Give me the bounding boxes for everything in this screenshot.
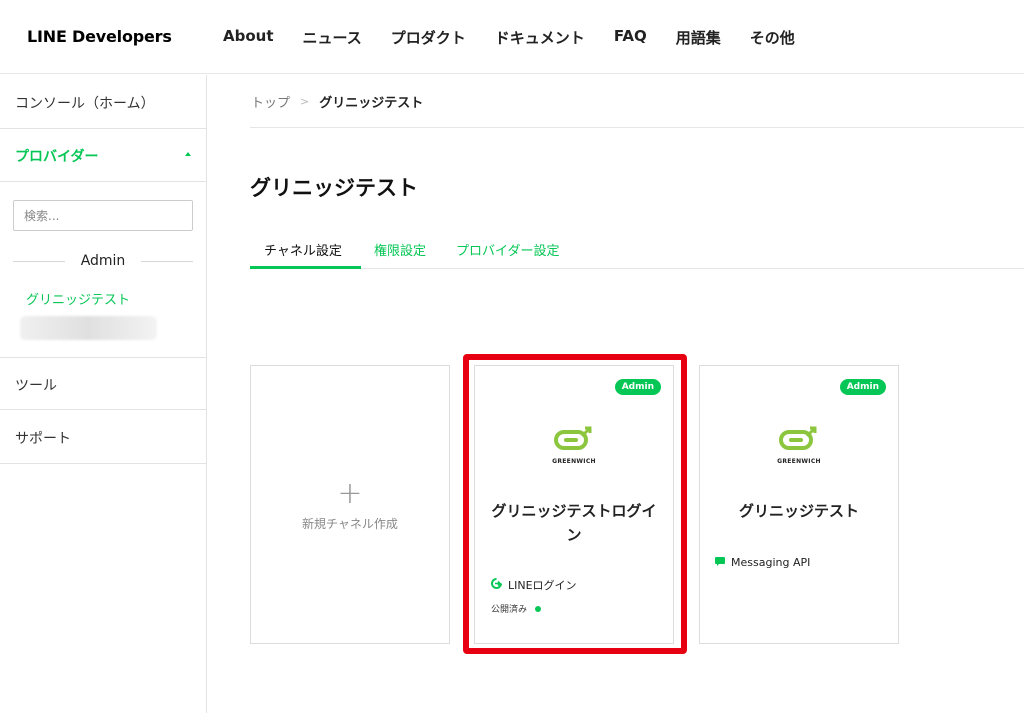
nav-documents[interactable]: ドキュメント: [495, 27, 585, 48]
divider: [250, 127, 1024, 128]
status-dot-icon: [535, 605, 542, 612]
breadcrumb: トップ > グリニッジテスト: [251, 92, 423, 111]
channel-type: LINEログイン: [491, 577, 577, 593]
nav-more[interactable]: その他: [750, 27, 795, 48]
sidebar-item-label: プロバイダー: [15, 149, 99, 165]
channel-name: グリニッジテスト: [738, 502, 859, 520]
logo-wordmark: GREENWICH: [777, 458, 821, 465]
plus-icon: +: [337, 476, 363, 511]
breadcrumb-separator: >: [300, 95, 310, 108]
tab-provider-settings[interactable]: プロバイダー設定: [456, 240, 559, 259]
admin-badge: Admin: [614, 379, 661, 395]
breadcrumb-top[interactable]: トップ: [251, 92, 290, 111]
channel-type: Messaging API: [715, 556, 810, 569]
publish-status: 公開済み: [491, 602, 542, 615]
sidebar: コンソール（ホーム） プロバイダー Admin グリニッジテスト ツール サポー…: [0, 75, 207, 713]
channel-type-label: LINEログイン: [508, 579, 577, 592]
sidebar-item-label: ツール: [15, 378, 57, 394]
greenwich-logo-icon: [700, 426, 898, 456]
logo-wordmark: GREENWICH: [552, 458, 596, 465]
channel-name: グリニッジテストログイン: [491, 502, 657, 544]
greenwich-logo-icon: [475, 426, 673, 456]
sidebar-item-label: コンソール（ホーム）: [15, 96, 155, 112]
active-tab-indicator: [250, 266, 361, 269]
provider-search-input[interactable]: [13, 200, 193, 231]
nav-faq[interactable]: FAQ: [614, 27, 647, 48]
create-channel-card[interactable]: + 新規チャネル作成: [250, 365, 450, 644]
admin-badge: Admin: [839, 379, 886, 395]
line-developers-logo[interactable]: LINE Developers: [27, 27, 172, 46]
blurred-provider-item[interactable]: [20, 316, 157, 340]
chat-bubble-icon: [715, 556, 725, 569]
nav-glossary[interactable]: 用語集: [676, 27, 721, 48]
breadcrumb-current: グリニッジテスト: [319, 96, 424, 111]
sidebar-item-label: サポート: [15, 431, 71, 447]
provider-tabs: チャネル設定 権限設定 プロバイダー設定: [250, 240, 1024, 269]
nav-about[interactable]: About: [223, 27, 274, 48]
provider-link[interactable]: グリニッジテスト: [26, 289, 130, 308]
role-divider: Admin: [13, 253, 193, 269]
nav-products[interactable]: プロダクト: [391, 27, 466, 48]
top-nav: About ニュース プロダクト ドキュメント FAQ 用語集 その他: [223, 27, 824, 48]
tab-channel-settings[interactable]: チャネル設定: [264, 240, 342, 259]
page-title: グリニッジテスト: [250, 176, 418, 200]
caret-up-icon: [185, 152, 191, 156]
sidebar-item-providers[interactable]: プロバイダー: [0, 129, 206, 182]
line-login-icon: [491, 578, 502, 592]
create-channel-label: 新規チャネル作成: [302, 517, 398, 531]
channel-card-messaging-api[interactable]: Admin GREENWICH グリニッジテスト Messaging API: [699, 365, 899, 644]
channel-type-label: Messaging API: [731, 556, 811, 569]
top-header: LINE Developers About ニュース プロダクト ドキュメント …: [0, 0, 1024, 74]
sidebar-item-tools[interactable]: ツール: [0, 357, 206, 410]
sidebar-item-support[interactable]: サポート: [0, 410, 206, 464]
channel-card-line-login[interactable]: Admin GREENWICH グリニッジテストログイン LINEログイン 公開…: [474, 365, 674, 644]
sidebar-item-console[interactable]: コンソール（ホーム）: [0, 75, 206, 129]
tab-permission-settings[interactable]: 権限設定: [374, 240, 426, 259]
status-label: 公開済み: [491, 605, 528, 615]
nav-news[interactable]: ニュース: [303, 27, 362, 48]
